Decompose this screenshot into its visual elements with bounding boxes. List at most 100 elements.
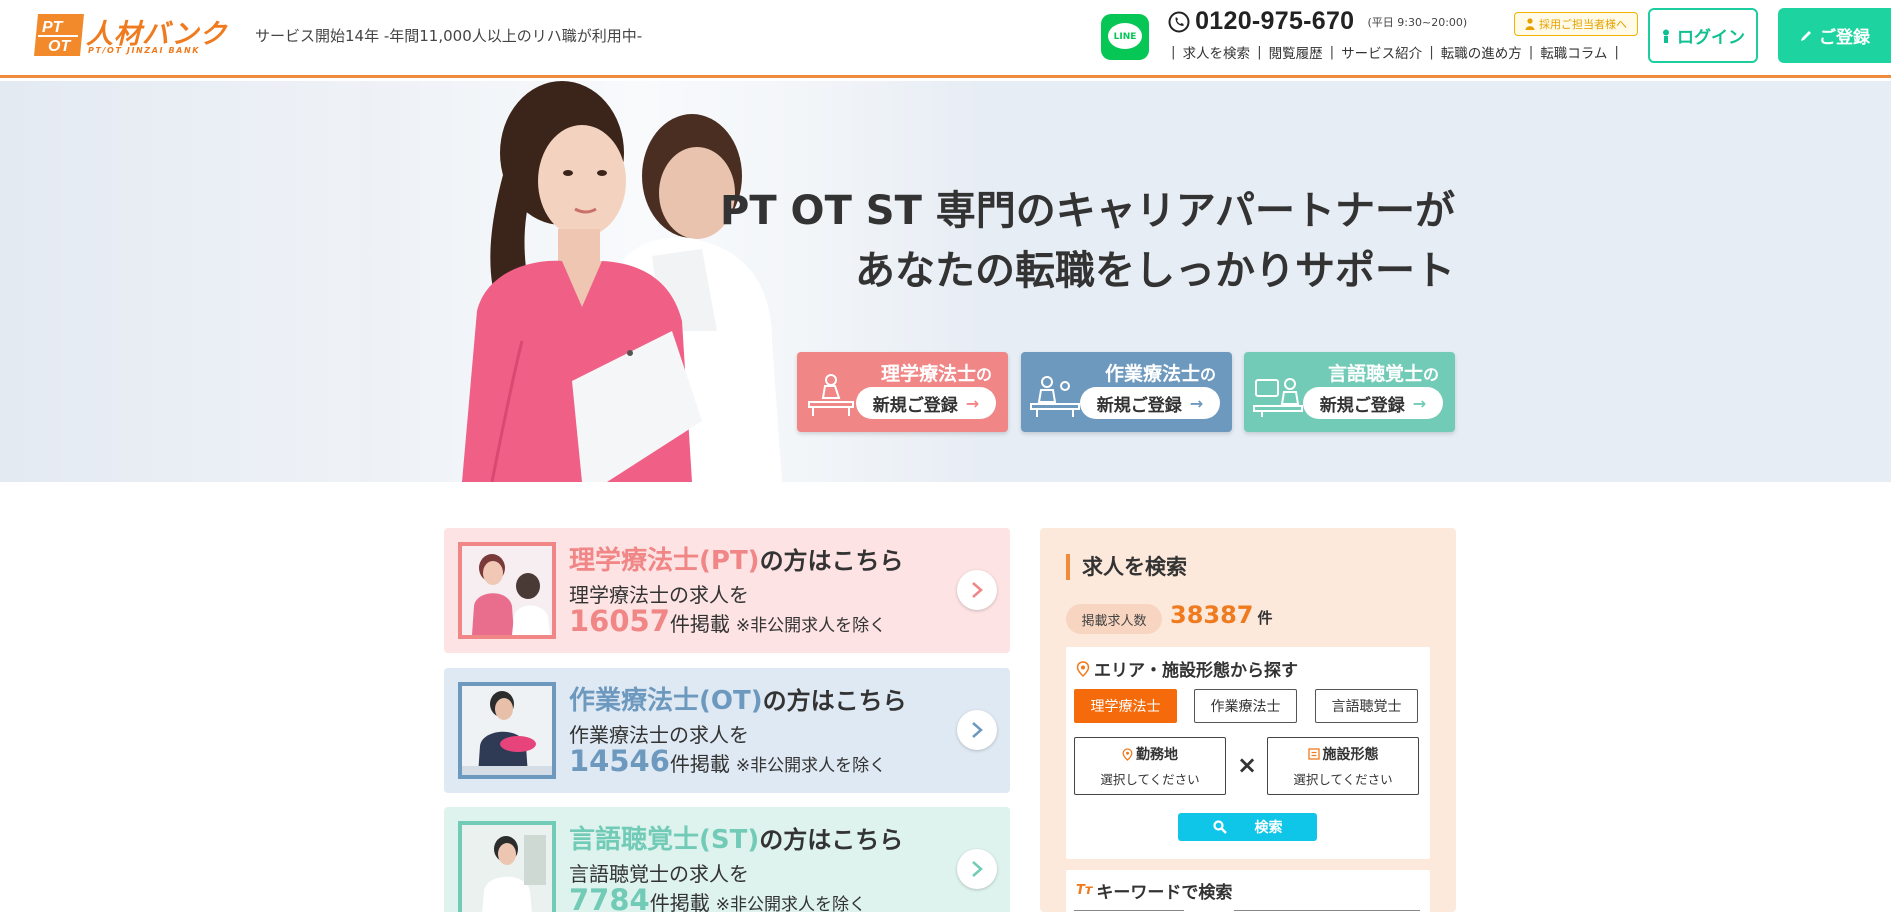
login-button[interactable]: ログイン [1648,8,1758,63]
job-note: ※非公開求人を除く [735,756,887,776]
job-search-panel: 求人を検索 掲載求人数 38387 件 エリア・施設形態から探す 理学療法士 作業… [1040,528,1456,912]
tagline: サービス開始14年 -年間11,000人以上のリハ職が利用中- [255,27,643,45]
recruiter-link[interactable]: 採用ご担当者様へ [1514,12,1638,36]
hero-banner: PT OT ST 専門のキャリアパートナーが あなたの転職をしっかりサポート 理… [0,81,1891,482]
facility-select[interactable]: 施設形態 選択してください [1267,737,1419,795]
job-count-line: 16057件掲載 ※非公開求人を除く [569,604,887,638]
location-select-label: 勤務地 [1136,747,1178,763]
job-count-line: 14546件掲載 ※非公開求人を除く [569,744,887,778]
text-size-icon: Tт [1076,883,1093,898]
site-header: PT OT 人材バンク PT/OT JINZAI BANK サービス開始14年 … [0,0,1891,78]
site-logo[interactable]: PT OT 人材バンク PT/OT JINZAI BANK [34,14,226,58]
register-cta: 新規ご登録 → [1303,387,1443,419]
facility-select-placeholder: 選択してください [1293,772,1393,787]
register-card-st[interactable]: 言語聴覚士の 新規ご登録 → [1244,352,1455,432]
register-card-pt[interactable]: 理学療法士の 新規ご登録 → [797,352,1008,432]
job-photo-st [458,821,556,912]
register-card-title: 理学療法士の [880,363,992,385]
hero-title-line2: あなたの転職をしっかりサポート [855,248,1455,294]
global-nav: | 求人を検索 | 閲覧履歴 | サービス紹介 | 転職の進め方 | 転職コラム… [1164,42,1626,62]
map-pin-icon [1122,747,1133,761]
line-button[interactable]: LINE [1101,14,1149,60]
search-icon [1212,820,1227,834]
job-note: ※非公開求人を除く [715,895,866,912]
register-card-ot[interactable]: 作業療法士の 新規ご登録 → [1021,352,1232,432]
job-count: 7784 [569,883,650,912]
job-photo-ot [458,682,556,779]
search-panel-title: 求人を検索 [1066,554,1187,580]
occupation-tab-ot[interactable]: 作業療法士 [1194,689,1297,723]
speech-therapy-icon [1253,378,1303,417]
location-select-placeholder: 選択してください [1100,772,1200,787]
job-photo-pt [458,542,556,639]
nav-separator: | [1171,44,1176,60]
nav-separator: | [1528,44,1534,60]
recruiter-label: 採用ご担当者様へ [1539,18,1627,31]
register-button[interactable]: ご登録 [1778,8,1891,63]
listing-count: 38387 件 [1170,601,1273,629]
svg-text:PT: PT [42,19,64,36]
job-note: ※非公開求人を除く [735,616,887,636]
arrow-right-icon: → [1189,393,1204,413]
svg-text:OT: OT [48,38,71,55]
rehab-bed-icon [808,374,854,416]
hero-title-line1: PT OT ST 専門のキャリアパートナーが [720,188,1455,234]
person-icon [1525,18,1535,30]
register-card-title: 言語聴覚士の [1327,363,1439,385]
area-search-heading: エリア・施設形態から探す [1076,656,1298,681]
nav-separator: | [1329,44,1335,60]
keyword-search-box: Tт キーワードで検索 [1066,870,1430,912]
nav-item-service[interactable]: サービス紹介 [1341,42,1422,62]
search-button[interactable]: 検索 [1178,813,1317,841]
job-count: 14546 [569,744,670,778]
job-count-line: 7784件掲載 ※非公開求人を除く [569,883,866,912]
area-search-box: エリア・施設形態から探す 理学療法士 作業療法士 言語聴覚士 勤務地 選択してく… [1066,647,1430,859]
pencil-icon [1801,30,1811,41]
phone-contact[interactable]: 0120-975-670 (平日 9:30~20:00) [1168,7,1467,36]
chevron-right-icon[interactable] [957,710,997,750]
occupation-tab-pt[interactable]: 理学療法士 [1074,689,1177,723]
nav-separator: | [1429,44,1434,60]
line-label: LINE [1113,32,1137,42]
job-heading: 言語聴覚士(ST)の方はこちら [569,825,904,855]
therapy-table-icon [1030,376,1080,417]
facility-select-label: 施設形態 [1322,747,1379,763]
location-select[interactable]: 勤務地 選択してください [1074,737,1226,795]
login-label: ログイン [1677,28,1745,48]
listing-count-label: 掲載求人数 [1066,604,1162,634]
phone-hours: (平日 9:30~20:00) [1367,15,1468,29]
hero-title: PT OT ST 専門のキャリアパートナーが あなたの転職をしっかりサポート [620,181,1455,301]
chevron-right-icon[interactable] [957,849,997,889]
logo-mark-icon: PT OT [34,14,84,56]
job-heading: 理学療法士(PT)の方はこちら [569,546,904,576]
job-count: 16057 [569,604,670,638]
logo-subtitle: PT/OT JINZAI BANK [88,46,201,55]
phone-icon [1168,11,1190,32]
nav-item-column[interactable]: 転職コラム [1540,42,1607,62]
register-label: ご登録 [1819,28,1870,48]
nav-item-job-search[interactable]: 求人を検索 [1183,42,1251,62]
keyword-search-heading: Tт キーワードで検索 [1076,883,1233,903]
phone-number: 0120-975-670 [1195,7,1355,35]
person-icon [1663,29,1669,43]
job-card-st[interactable]: 言語聴覚士(ST)の方はこちら 言語聴覚士の求人を 7784件掲載 ※非公開求人を… [444,807,1010,912]
job-card-pt[interactable]: 理学療法士(PT)の方はこちら 理学療法士の求人を 16057件掲載 ※非公開求人… [444,528,1010,653]
register-cta: 新規ご登録 → [856,387,996,419]
keyword-field-border [1074,910,1184,911]
job-heading: 作業療法士(OT)の方はこちら [569,686,907,716]
nav-separator: | [1614,44,1619,60]
nav-item-history[interactable]: 閲覧履歴 [1269,42,1323,62]
chevron-right-icon[interactable] [957,570,997,610]
nav-separator: | [1257,44,1262,60]
times-icon: × [1237,751,1258,779]
keyword-field-border [1234,910,1420,911]
search-button-label: 検索 [1254,820,1283,836]
job-card-ot[interactable]: 作業療法士(OT)の方はこちら 作業療法士の求人を 14546件掲載 ※非公開求人… [444,668,1010,793]
register-cta: 新規ご登録 → [1080,387,1220,419]
nav-item-process[interactable]: 転職の進め方 [1441,42,1522,62]
register-card-title: 作業療法士の [1104,363,1216,385]
building-icon [1307,748,1320,760]
arrow-right-icon: → [1412,393,1427,413]
occupation-tab-st[interactable]: 言語聴覚士 [1315,689,1418,723]
arrow-right-icon: → [965,393,980,413]
